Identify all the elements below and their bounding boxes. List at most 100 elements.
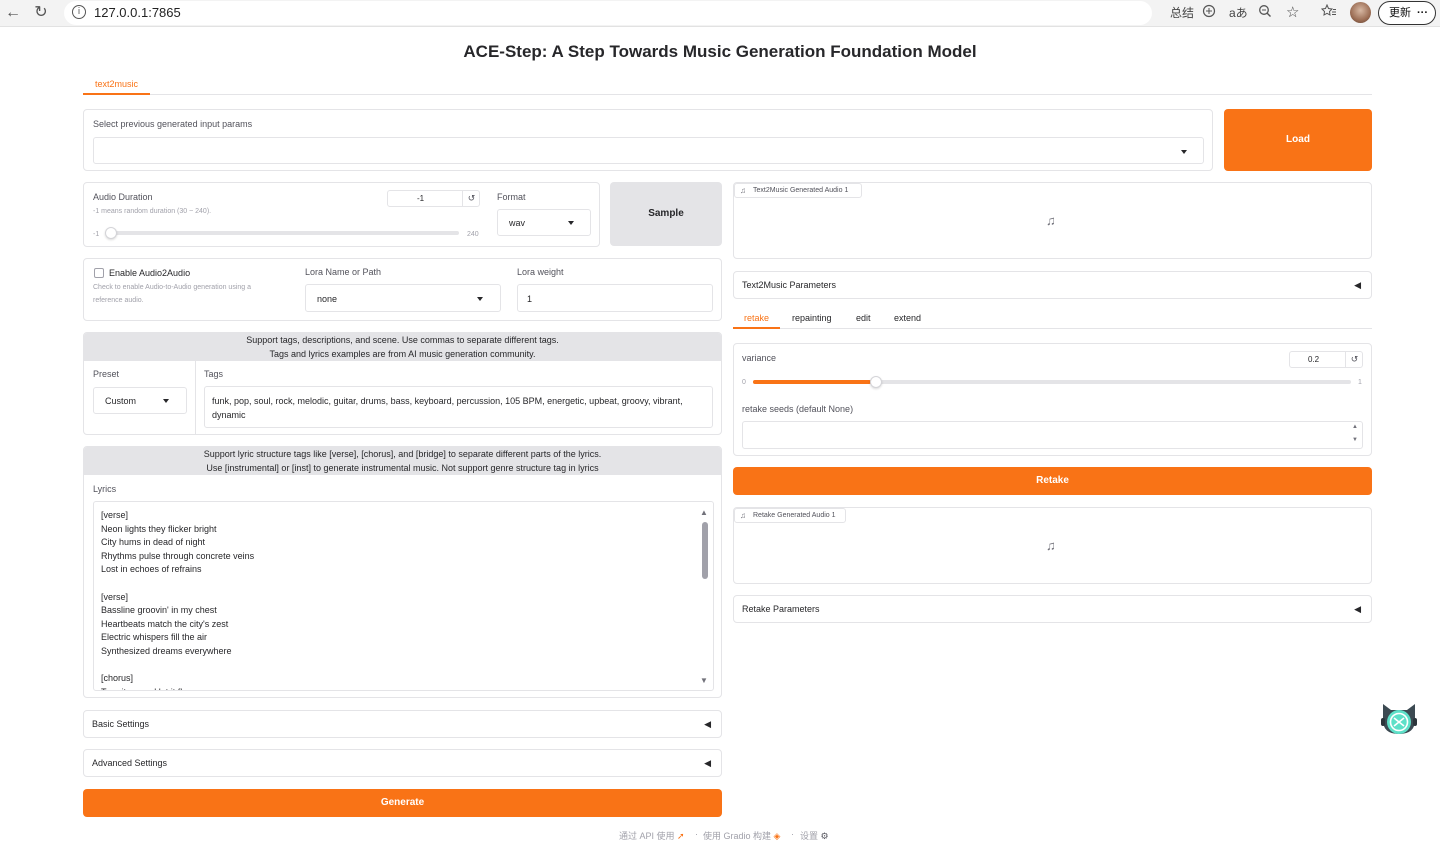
lora-weight-input[interactable]: 1 — [517, 284, 713, 312]
tab-text2music[interactable]: text2music — [83, 76, 150, 95]
history-dropdown[interactable] — [93, 137, 1204, 164]
footer-sep-2: · — [791, 829, 794, 839]
retake-audio-output: ♫ Retake Generated Audio 1 ♫ — [733, 507, 1372, 584]
main-tabs: text2music — [83, 76, 1372, 95]
lora-weight-label: Lora weight — [517, 267, 564, 277]
variance-slider-thumb[interactable] — [870, 376, 882, 388]
rocket-icon: ➚ — [677, 831, 685, 841]
scroll-up-icon[interactable]: ▲ — [700, 508, 708, 517]
variance-label: variance — [742, 353, 777, 363]
duration-slider-thumb[interactable] — [105, 227, 117, 239]
tab-repainting[interactable]: repainting — [792, 313, 832, 323]
lyrics-panel: Support lyric structure tags like [verse… — [83, 446, 722, 698]
spin-up-icon[interactable]: ▲ — [1352, 424, 1358, 430]
profile-avatar[interactable] — [1350, 2, 1371, 23]
reset-icon[interactable]: ↺ — [462, 191, 480, 206]
chevron-down-icon — [477, 297, 483, 301]
lyrics-info-line-1: Support lyric structure tags like [verse… — [203, 449, 602, 459]
tags-line-1: funk, pop, soul, rock, melodic, guitar, … — [212, 396, 683, 406]
text2music-params-accordion[interactable]: Text2Music Parameters ◀ — [733, 271, 1372, 299]
basic-settings-label: Basic Settings — [92, 719, 150, 729]
tags-divider — [195, 361, 196, 434]
url-text: 127.0.0.1:7865 — [94, 5, 181, 20]
audio2audio-checkbox[interactable] — [94, 268, 104, 278]
retake-seeds-label: retake seeds (default None) — [742, 404, 854, 414]
tags-label: Tags — [204, 369, 224, 379]
duration-min: -1 — [93, 231, 100, 238]
star-icon[interactable]: ☆ — [1286, 4, 1299, 22]
duration-slider[interactable] — [106, 231, 459, 235]
back-icon[interactable]: ← — [2, 3, 24, 23]
duration-label: Audio Duration — [93, 192, 153, 202]
copilot-icon[interactable] — [1202, 4, 1216, 23]
collapse-arrow-icon: ◀ — [704, 719, 711, 729]
lora-name-dropdown[interactable]: none — [305, 284, 501, 312]
assistant-cat-icon[interactable] — [1379, 700, 1419, 738]
generate-button[interactable]: Generate — [83, 789, 722, 817]
text2music-audio-output: ♫ Text2Music Generated Audio 1 ♫ — [733, 182, 1372, 259]
collapse-arrow-icon: ◀ — [1354, 604, 1361, 614]
retake-seeds-input[interactable]: ▲ ▼ — [742, 421, 1363, 449]
preset-label: Preset — [93, 369, 120, 379]
lyrics-scrollbar[interactable] — [702, 522, 708, 579]
duration-format-panel: Audio Duration -1 means random duration … — [83, 182, 600, 247]
edit-tabs: retake repainting edit extend — [733, 309, 1372, 329]
retake-audio-label: Retake Generated Audio 1 — [753, 512, 836, 519]
lyrics-info-line-2: Use [instrumental] or [inst] to generate… — [206, 463, 599, 473]
music-note-icon: ♫ — [1046, 538, 1056, 553]
address-bar[interactable]: i 127.0.0.1:7865 — [64, 1, 1152, 25]
chevron-down-icon — [568, 221, 574, 225]
audio2audio-label: Enable Audio2Audio — [109, 268, 191, 278]
music-note-icon: ♫ — [740, 511, 746, 520]
audio2audio-lora-panel: Enable Audio2Audio Check to enable Audio… — [83, 258, 722, 321]
audio2audio-info-2: reference audio. — [93, 297, 144, 304]
favorites-icon[interactable] — [1320, 3, 1337, 23]
more-icon[interactable]: ··· — [1417, 2, 1428, 24]
advanced-settings-accordion[interactable]: Advanced Settings ◀ — [83, 749, 722, 777]
api-link-label: 通过 API 使用 — [619, 831, 675, 841]
lora-name-value: none — [317, 294, 338, 304]
api-link[interactable]: 通过 API 使用 ➚ — [619, 829, 685, 842]
settings-link[interactable]: 设置 ⚙ — [800, 829, 829, 842]
lyrics-textarea[interactable]: [verse] Neon lights they flicker bright … — [93, 501, 714, 691]
retake-audio-label-box: ♫ Retake Generated Audio 1 — [734, 508, 846, 523]
tab-retake[interactable]: retake — [744, 313, 769, 323]
basic-settings-accordion[interactable]: Basic Settings ◀ — [83, 710, 722, 738]
music-note-icon: ♫ — [740, 186, 746, 195]
spin-down-icon[interactable]: ▼ — [1352, 437, 1358, 443]
update-button[interactable]: 更新 ··· — [1378, 1, 1436, 25]
update-label: 更新 — [1389, 7, 1411, 19]
audio2audio-info-1: Check to enable Audio-to-Audio generatio… — [93, 284, 251, 291]
info-icon[interactable]: i — [72, 5, 86, 19]
variance-number-input[interactable]: 0.2 ↺ — [1289, 351, 1363, 368]
reload-icon[interactable]: ↻ — [30, 3, 52, 23]
summary-button[interactable]: 总结 — [1170, 4, 1194, 22]
reset-icon[interactable]: ↺ — [1345, 352, 1363, 367]
lora-weight-value: 1 — [527, 294, 533, 304]
retake-params-accordion[interactable]: Retake Parameters ◀ — [733, 595, 1372, 623]
lyrics-label: Lyrics — [93, 484, 117, 494]
retake-button[interactable]: Retake — [733, 467, 1372, 495]
sample-button[interactable]: Sample — [610, 182, 722, 246]
variance-value: 0.2 — [1308, 355, 1320, 364]
retake-panel: variance 0.2 ↺ 0 1 retake seeds (default… — [733, 343, 1372, 456]
scroll-down-icon[interactable]: ▼ — [700, 676, 708, 685]
format-label: Format — [497, 192, 526, 202]
format-value: wav — [509, 218, 526, 228]
tags-line-2: dynamic — [212, 409, 246, 420]
preset-dropdown[interactable]: Custom — [93, 387, 187, 414]
tab-extend[interactable]: extend — [894, 313, 921, 323]
duration-number-input[interactable]: -1 ↺ — [387, 190, 480, 207]
translate-icon[interactable]: aあ — [1229, 4, 1248, 22]
chevron-down-icon — [1181, 150, 1187, 154]
format-dropdown[interactable]: wav — [497, 209, 591, 236]
gradio-logo-icon: ◈ — [773, 831, 781, 841]
tags-info-line-2: Tags and lyrics examples are from AI mus… — [269, 349, 536, 359]
gradio-link[interactable]: 使用 Gradio 构建 ◈ — [703, 829, 780, 842]
settings-link-label: 设置 — [800, 831, 819, 841]
tags-textarea[interactable]: funk, pop, soul, rock, melodic, guitar, … — [204, 386, 713, 428]
load-button[interactable]: Load — [1224, 109, 1372, 171]
duration-info: -1 means random duration (30 ~ 240). — [93, 208, 212, 215]
tab-edit[interactable]: edit — [856, 313, 871, 323]
zoom-icon[interactable] — [1258, 4, 1272, 23]
